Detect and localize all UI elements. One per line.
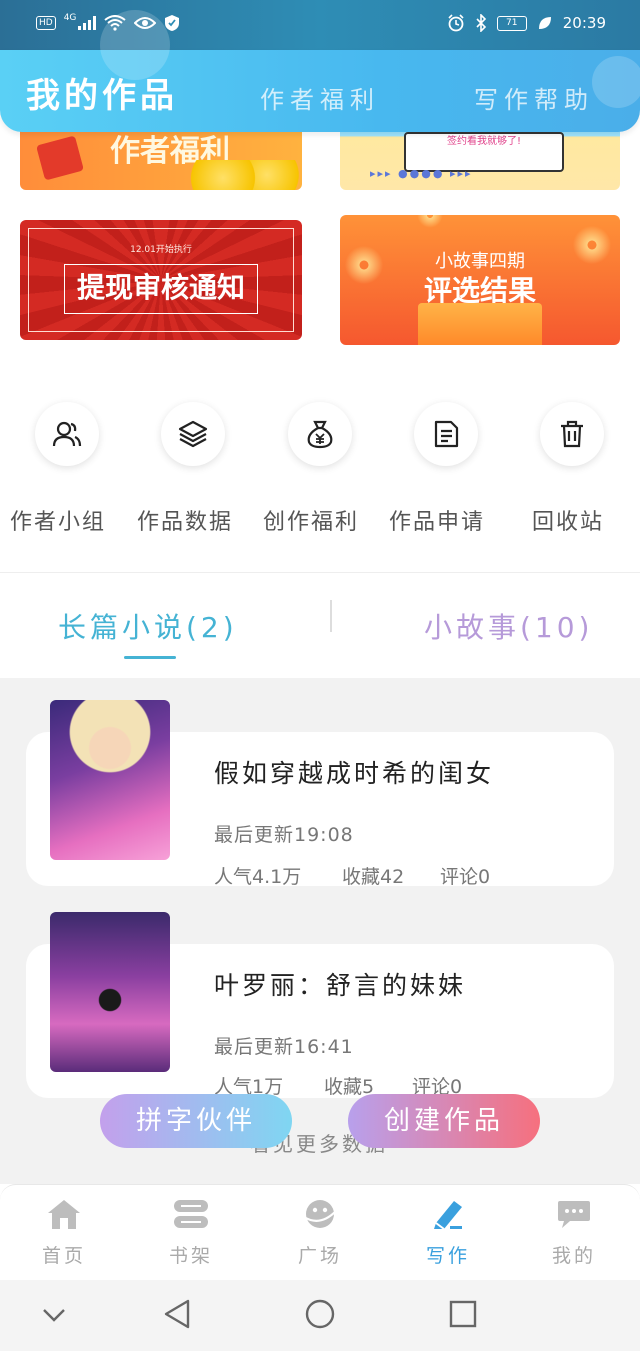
coins-image — [190, 160, 300, 190]
decor-bubble — [592, 56, 640, 108]
banner-card-text: 签约看我就够了! — [446, 136, 521, 147]
work-application-button[interactable] — [414, 402, 478, 466]
quick-action-label[interactable]: 作品数据 — [137, 504, 233, 536]
pen-icon — [434, 1201, 462, 1230]
banner-decoration: ▸▸▸ ●●●● ▸▸▸ — [370, 167, 473, 180]
leaf-icon — [538, 17, 551, 29]
quick-action-label[interactable]: 作者小组 — [10, 504, 106, 536]
banner-story-results[interactable]: 小故事四期 评选结果 — [340, 215, 620, 345]
document-icon — [434, 420, 459, 448]
clock: 20:39 — [562, 14, 606, 32]
book-cover-image[interactable] — [50, 912, 170, 1072]
recycle-bin-button[interactable] — [540, 402, 604, 466]
signal-icon — [78, 16, 97, 30]
book-title[interactable]: 假如穿越成时希的闺女 — [214, 754, 494, 790]
home-circle-icon[interactable] — [304, 1298, 336, 1330]
quick-action-label[interactable]: 作品申请 — [389, 504, 485, 536]
stage-image — [418, 303, 542, 345]
alarm-icon — [448, 14, 464, 32]
firework-image — [410, 215, 450, 235]
back-icon[interactable] — [162, 1298, 192, 1330]
nav-label: 书架 — [168, 1245, 213, 1267]
book-last-update: 最后更新16:41 — [214, 1036, 354, 1058]
book-last-update: 最后更新19:08 — [214, 824, 354, 846]
money-bag-icon — [307, 420, 333, 449]
page-title: 我的作品 — [26, 76, 178, 116]
book-comments: 评论0 — [440, 866, 491, 888]
book-title[interactable]: 叶罗丽：舒言的妹妹 — [214, 966, 466, 1002]
chat-icon — [558, 1201, 590, 1228]
trash-icon — [561, 420, 583, 448]
nav-label: 广场 — [297, 1245, 342, 1267]
planet-icon — [303, 1200, 337, 1228]
creation-benefits-button[interactable] — [288, 402, 352, 466]
recent-apps-icon[interactable] — [448, 1299, 478, 1329]
nav-bookshelf[interactable]: 书架 — [141, 1185, 241, 1281]
quick-action-label[interactable]: 回收站 — [532, 504, 604, 536]
book-favorites: 收藏42 — [342, 866, 405, 888]
tab-author-benefits[interactable]: 作者福利 — [260, 80, 380, 115]
hd-badge: HD — [36, 16, 56, 30]
page-header: 我的作品 作者福利 写作帮助 — [0, 10, 640, 132]
active-tab-indicator — [124, 656, 176, 659]
system-nav-bar — [0, 1280, 640, 1351]
bottom-nav: 首页 书架 广场 写作 我的 — [0, 1184, 640, 1280]
section-divider — [0, 572, 640, 573]
status-bar: HD 4G 71 20:39 — [0, 0, 640, 50]
red-envelope-image — [36, 135, 84, 181]
book-cover-image[interactable] — [50, 700, 170, 860]
banner-card: 签约看我就够了! — [404, 132, 564, 172]
chevron-down-icon[interactable] — [40, 1302, 68, 1326]
nav-label: 首页 — [41, 1245, 86, 1267]
work-data-button[interactable] — [161, 402, 225, 466]
bookshelf-icon — [174, 1200, 208, 1228]
nav-home[interactable]: 首页 — [14, 1185, 114, 1281]
tab-writing-help[interactable]: 写作帮助 — [474, 80, 594, 115]
status-right: 71 20:39 — [447, 14, 606, 32]
layers-icon — [178, 420, 208, 448]
network-label: 4G — [63, 13, 77, 23]
create-work-button[interactable]: 创建作品 — [348, 1094, 540, 1148]
banner-subtitle: 12.01开始执行 — [130, 245, 192, 255]
banner-title: 提现审核通知 — [64, 264, 258, 314]
quick-action-label[interactable]: 创作福利 — [263, 504, 359, 536]
nav-square[interactable]: 广场 — [270, 1185, 370, 1281]
tab-long-novel[interactable]: 长篇小说(2) — [58, 606, 238, 646]
nav-label: 我的 — [551, 1245, 596, 1267]
tab-separator — [330, 600, 332, 632]
banner-withdraw-notice[interactable]: 12.01开始执行 提现审核通知 — [20, 220, 302, 340]
author-group-button[interactable] — [35, 402, 99, 466]
home-icon — [48, 1200, 80, 1229]
bluetooth-icon — [476, 14, 486, 32]
nav-writing[interactable]: 写作 — [398, 1185, 498, 1281]
nav-mine[interactable]: 我的 — [524, 1185, 624, 1281]
battery-icon: 71 — [496, 15, 527, 31]
typing-partner-button[interactable]: 拼字伙伴 — [100, 1094, 292, 1148]
tab-short-story[interactable]: 小故事(10) — [424, 606, 593, 646]
users-icon — [52, 421, 82, 447]
nav-label: 写作 — [425, 1245, 470, 1267]
book-popularity: 人气4.1万 — [214, 866, 302, 888]
shield-icon — [165, 15, 180, 31]
